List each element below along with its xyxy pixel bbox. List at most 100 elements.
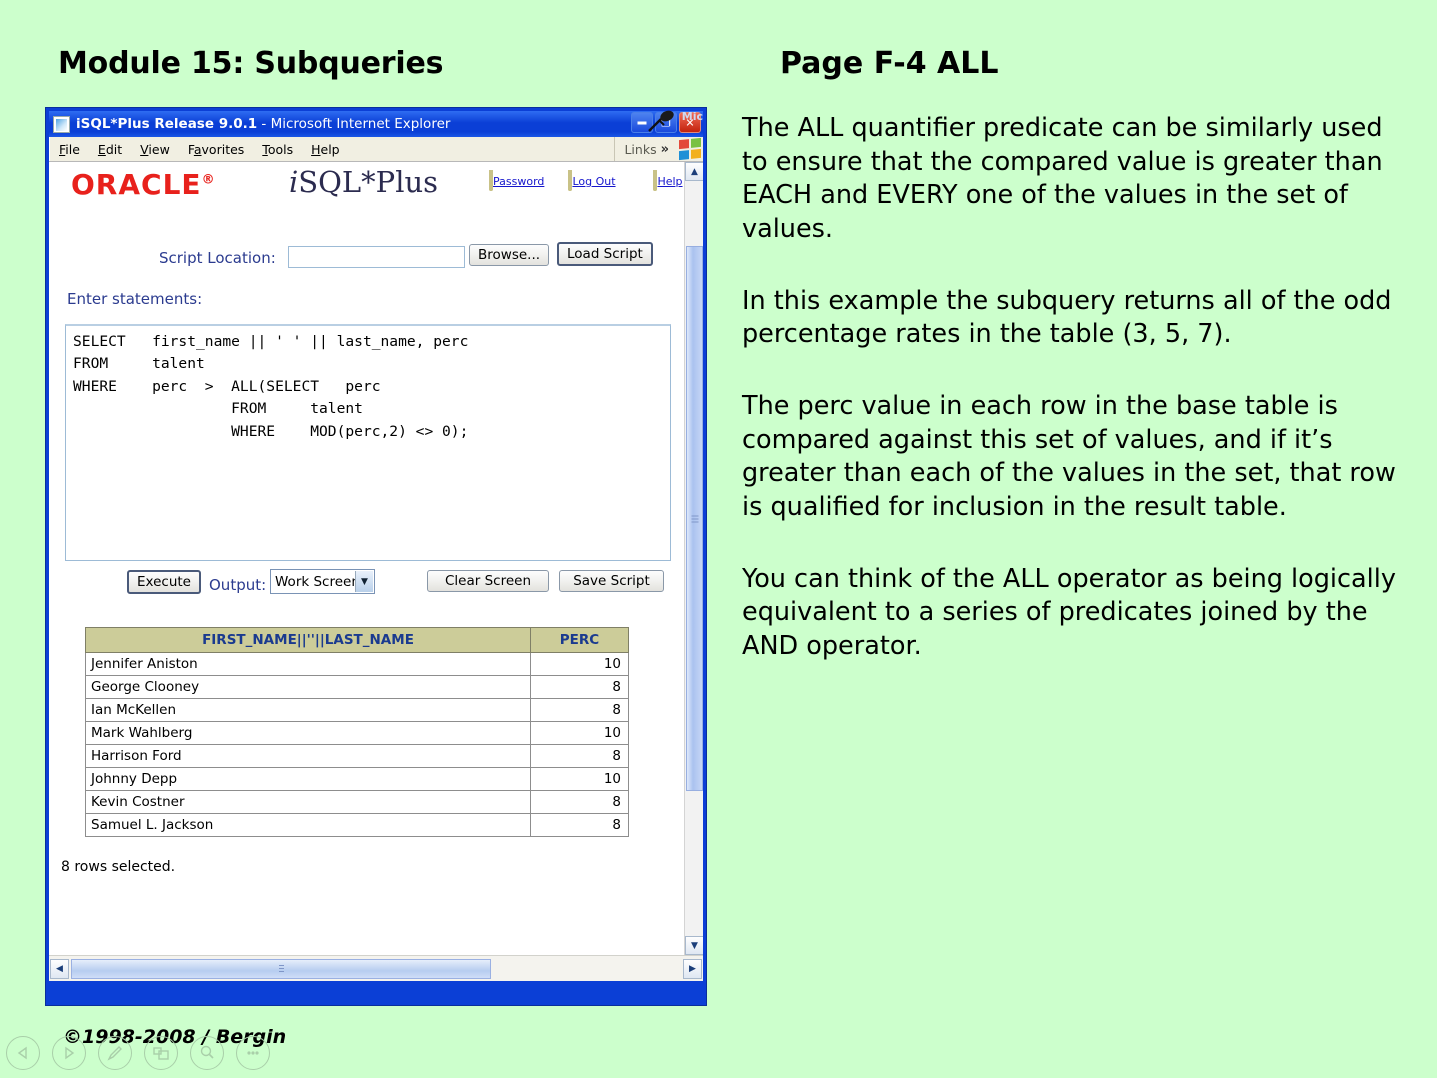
table-row: Kevin Costner 8	[85, 790, 629, 814]
browser-menubar: File Edit View Favorites Tools Help Link…	[49, 137, 703, 161]
scrollbar-grip-icon	[691, 515, 698, 522]
table-row: Harrison Ford 8	[85, 744, 629, 768]
load-script-button[interactable]: Load Script	[557, 242, 653, 266]
column-header-perc: PERC	[530, 627, 629, 653]
output-select-value: Work Screen	[275, 573, 360, 590]
notes-panel: The ALL quantifier predicate can be simi…	[742, 112, 1402, 702]
slideshow-navbar	[6, 1036, 270, 1070]
cell-perc: 10	[530, 767, 629, 791]
next-slide-button[interactable]	[52, 1036, 86, 1070]
links-label: Links	[624, 141, 657, 157]
link-log-out[interactable]: Log Out	[572, 175, 615, 188]
product-logo-i: i	[289, 165, 299, 199]
window-controls: ❐ ✕	[631, 112, 701, 133]
browser-title-bold: iSQL*Plus Release 9.0.1	[76, 116, 258, 132]
horizontal-scrollbar[interactable]: ◀ ▶	[49, 955, 703, 981]
link-password[interactable]: Password	[493, 175, 544, 188]
slide-canvas: Module 15: Subqueries Page F-4 ALL iSQL*…	[0, 0, 1437, 1078]
output-select[interactable]: Work Screen ▼	[270, 569, 375, 594]
menu-item-tools[interactable]: Tools	[253, 142, 302, 157]
duplicate-slides-button[interactable]	[144, 1036, 178, 1070]
cell-full-name: Jennifer Aniston	[85, 652, 531, 676]
rows-selected-status: 8 rows selected.	[61, 859, 176, 875]
table-row: Mark Wahlberg 10	[85, 721, 629, 745]
sql-statement-textarea[interactable]: SELECT first_name || ' ' || last_name, p…	[65, 324, 671, 561]
note-paragraph-1: The ALL quantifier predicate can be simi…	[742, 113, 1383, 244]
page-title: Module 15: Subqueries	[58, 46, 444, 81]
table-row: Johnny Depp 10	[85, 767, 629, 791]
minimize-button[interactable]	[631, 112, 653, 133]
scroll-left-button[interactable]: ◀	[50, 959, 69, 979]
top-link-password-wrap: Password	[489, 170, 544, 191]
cell-perc: 8	[530, 698, 629, 722]
column-header-name: FIRST_NAME||''||LAST_NAME	[85, 627, 531, 653]
menu-item-favorites[interactable]: Favorites	[179, 142, 253, 157]
browser-document-icon	[53, 115, 70, 133]
chevron-right-icon[interactable]: »	[661, 142, 669, 157]
browse-button[interactable]: Browse...	[469, 244, 550, 266]
top-link-logout-wrap: Log Out	[565, 170, 619, 191]
cell-perc: 8	[530, 744, 629, 768]
cell-full-name: George Clooney	[85, 675, 531, 699]
save-script-button[interactable]: Save Script	[559, 570, 664, 592]
table-row: George Clooney 8	[85, 675, 629, 699]
menu-item-help[interactable]: Help	[302, 142, 349, 157]
scroll-right-button[interactable]: ▶	[683, 959, 702, 979]
results-table-head: FIRST_NAME||''||LAST_NAME PERC	[85, 627, 629, 653]
browser-page: ORACLE® iSQL*Plus Password Log Out Help …	[49, 161, 703, 981]
script-location-label: Script Location:	[159, 249, 276, 267]
results-table-body: Jennifer Aniston 10 George Clooney 8 Ian McK…	[85, 652, 629, 837]
note-paragraph-2: In this example the subquery returns all…	[742, 285, 1392, 350]
pen-tool-button[interactable]	[98, 1036, 132, 1070]
menu-item-view[interactable]: View	[131, 142, 179, 157]
restore-button[interactable]: ❐	[655, 112, 677, 133]
zoom-search-button[interactable]	[190, 1036, 224, 1070]
scroll-down-button[interactable]: ▼	[685, 936, 703, 955]
cell-perc: 8	[530, 813, 629, 837]
execute-button[interactable]: Execute	[127, 570, 201, 594]
menu-item-edit[interactable]: Edit	[89, 142, 131, 157]
cell-full-name: Samuel L. Jackson	[85, 813, 531, 837]
windows-flag-icon	[679, 137, 701, 161]
links-toolbar[interactable]: Links »	[614, 137, 669, 161]
cell-perc: 10	[530, 652, 629, 676]
isqlplus-product-logo: iSQL*Plus	[289, 165, 438, 199]
results-table: FIRST_NAME||''||LAST_NAME PERC Jennifer …	[85, 627, 629, 837]
browser-titlebar[interactable]: iSQL*Plus Release 9.0.1 - Microsoft Inte…	[49, 110, 703, 137]
cell-full-name: Johnny Depp	[85, 767, 531, 791]
horizontal-scrollbar-thumb[interactable]	[71, 959, 491, 979]
cell-perc: 8	[530, 675, 629, 699]
top-link-help-wrap: Help	[641, 170, 684, 191]
scrollbar-grip-icon	[278, 964, 284, 974]
cell-perc: 10	[530, 721, 629, 745]
isqlplus-header: ORACLE® iSQL*Plus Password Log Out Help	[49, 162, 684, 214]
vertical-scrollbar[interactable]: ▲ ▼	[684, 162, 703, 955]
vertical-scrollbar-thumb[interactable]	[686, 246, 703, 791]
more-options-button[interactable]	[236, 1036, 270, 1070]
table-row: Jennifer Aniston 10	[85, 652, 629, 676]
previous-slide-button[interactable]	[6, 1036, 40, 1070]
cell-full-name: Ian McKellen	[85, 698, 531, 722]
cell-full-name: Harrison Ford	[85, 744, 531, 768]
browser-title-text: iSQL*Plus Release 9.0.1 - Microsoft Inte…	[76, 116, 450, 132]
close-button[interactable]: ✕	[679, 112, 701, 133]
isqlplus-action-toolbar: Execute Output: Work Screen ▼ Clear Scre…	[65, 567, 671, 603]
note-paragraph-4: You can think of the ALL operator as bei…	[742, 563, 1396, 661]
page-number-label: Page F-4 ALL	[780, 46, 999, 81]
script-location-input[interactable]	[288, 246, 465, 268]
link-help[interactable]: Help	[657, 175, 682, 188]
enter-statements-label: Enter statements:	[67, 290, 203, 308]
cell-perc: 8	[530, 790, 629, 814]
output-label: Output:	[209, 576, 267, 594]
note-paragraph-3: The perc value in each row in the base t…	[742, 390, 1396, 522]
menu-item-file[interactable]: File	[50, 142, 89, 157]
scroll-up-button[interactable]: ▲	[685, 162, 703, 181]
clear-screen-button[interactable]: Clear Screen	[427, 570, 549, 592]
table-row: Ian McKellen 8	[85, 698, 629, 722]
isqlplus-app: ORACLE® iSQL*Plus Password Log Out Help …	[49, 162, 684, 955]
browser-window: iSQL*Plus Release 9.0.1 - Microsoft Inte…	[45, 107, 707, 1006]
chevron-down-icon[interactable]: ▼	[355, 571, 373, 592]
cell-full-name: Mark Wahlberg	[85, 721, 531, 745]
table-row: Samuel L. Jackson 8	[85, 813, 629, 837]
cell-full-name: Kevin Costner	[85, 790, 531, 814]
